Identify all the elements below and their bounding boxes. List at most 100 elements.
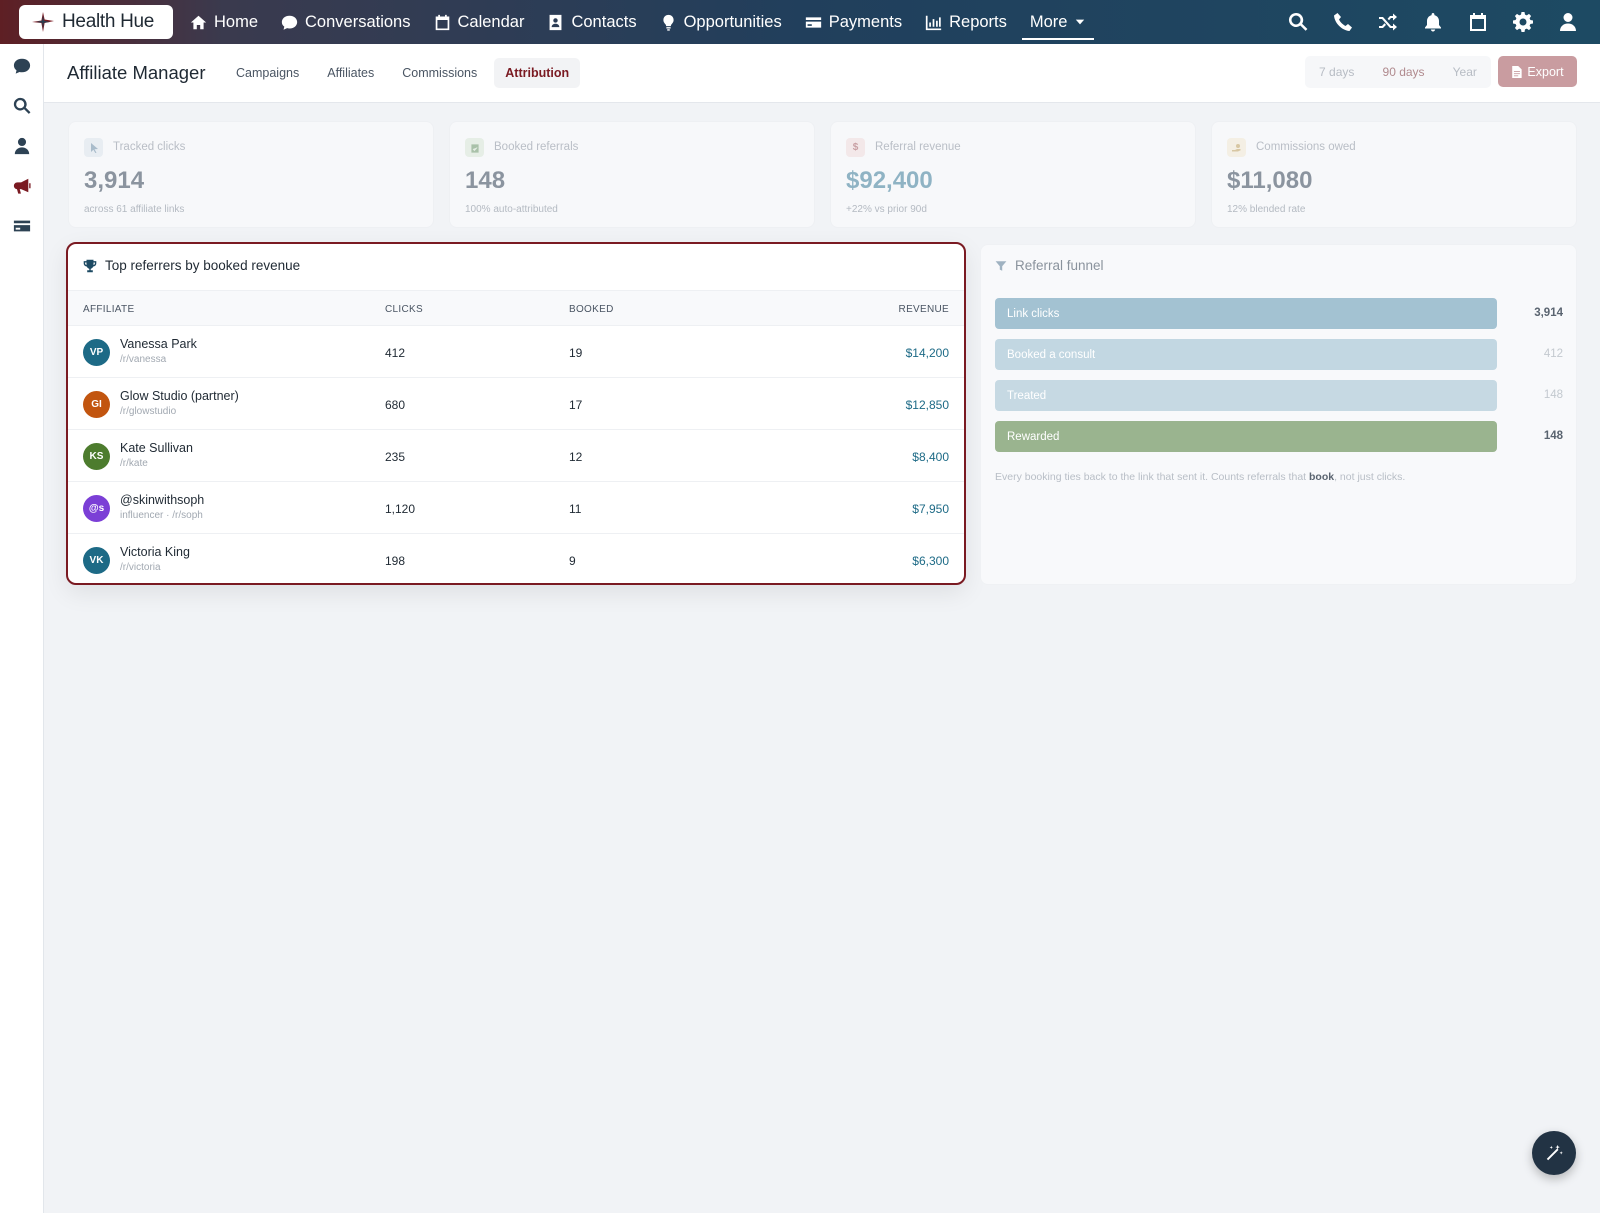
page-header: Affiliate Manager Campaigns Affiliates C… (44, 44, 1600, 103)
affiliate-name[interactable]: @skinwithsoph (120, 493, 204, 507)
tab-commissions[interactable]: Commissions (391, 58, 488, 88)
metric-value: $92,400 (846, 167, 933, 194)
panel-title: Top referrers by booked revenue (83, 258, 300, 273)
notifications-button[interactable] (1423, 12, 1443, 32)
calendar-icon (435, 14, 449, 30)
booked-cell: 11 (569, 502, 582, 516)
clicks-cell: 1,120 (385, 502, 416, 516)
rail-conversations[interactable] (13, 57, 31, 75)
metric-card-tracked-clicks: Tracked clicks 3,914 across 61 affiliate… (68, 121, 434, 228)
trophy-icon (83, 259, 97, 272)
gear-icon (1513, 12, 1533, 32)
column-revenue[interactable]: REVENUE (899, 304, 949, 315)
metric-value: 3,914 (84, 167, 145, 194)
brand-name: Health Hue (62, 11, 155, 32)
settings-button[interactable] (1513, 12, 1533, 32)
nav-payments[interactable]: Payments (805, 0, 902, 44)
calendar-icon (1470, 13, 1486, 31)
rail-marketing[interactable] (13, 177, 31, 195)
revenue-cell: $8,400 (912, 450, 949, 464)
table-row[interactable]: GI Glow Studio (partner) /r/glowstudio 680 1… (68, 378, 964, 430)
clicks-cell: 235 (385, 450, 406, 464)
clicks-cell: 680 (385, 398, 406, 412)
tab-campaigns[interactable]: Campaigns (225, 58, 310, 88)
nav-home-label: Home (214, 12, 259, 31)
funnel-title: Referral funnel (995, 258, 1104, 273)
calendar-button[interactable] (1468, 12, 1488, 32)
table-row[interactable]: VK Victoria King/r/victoria 198 9 $6,300 (68, 534, 964, 583)
nav-opportunities-label: Opportunities (683, 12, 782, 31)
booked-cell: 9 (569, 554, 576, 568)
nav-more[interactable]: More (1021, 0, 1095, 44)
funnel-value: 412 (1543, 348, 1563, 360)
metric-card-referral-revenue: $ Referral revenue $92,400 +22% vs prior… (830, 121, 1196, 228)
export-label: Export (1527, 64, 1564, 79)
metric-label: Tracked clicks (113, 141, 186, 153)
nav-contacts[interactable]: Contacts (547, 0, 637, 44)
clicks-cell: 412 (385, 346, 406, 360)
rail-contacts[interactable] (13, 137, 31, 155)
affiliate-name[interactable]: Victoria King (120, 545, 190, 559)
caret-down-icon (1076, 19, 1085, 25)
funnel-note-prefix: Every booking ties back to the link that… (995, 471, 1309, 483)
funnel-value: 148 (1543, 389, 1563, 401)
health-hue-logo-icon (32, 12, 54, 32)
magic-wand-button[interactable] (1532, 1131, 1576, 1175)
funnel-bar: Link clicks (995, 298, 1497, 329)
range-90-days[interactable]: 90 days (1383, 65, 1425, 79)
table-row[interactable]: VP Vanessa Park/r/vanessa 412 19 $14,200 (68, 326, 964, 378)
referral-funnel-panel: Referral funnel Link clicks 3,914 Booked a… (980, 244, 1577, 585)
metric-label: Booked referrals (494, 141, 579, 153)
nav-contacts-label: Contacts (571, 12, 637, 31)
date-range-selector: 7 days 90 days Year (1305, 56, 1491, 88)
dollar-icon: $ (846, 138, 865, 157)
tab-affiliates[interactable]: Affiliates (316, 58, 385, 88)
search-button[interactable] (1288, 12, 1308, 32)
bar-chart-icon (925, 15, 942, 30)
tab-attribution[interactable]: Attribution (494, 58, 581, 88)
page-title: Affiliate Manager (67, 62, 206, 83)
metric-label: Commissions owed (1256, 141, 1356, 153)
column-clicks[interactable]: CLICKS (385, 304, 423, 315)
nav-payments-label: Payments (828, 12, 903, 31)
brand-logo[interactable]: Health Hue (19, 5, 173, 39)
nav-reports[interactable]: Reports (925, 0, 1007, 44)
table-header: AFFILIATE CLICKS BOOKED REVENUE (68, 290, 964, 326)
nav-calendar[interactable]: Calendar (434, 0, 524, 44)
home-icon (190, 15, 207, 29)
table-row[interactable]: KS Kate Sullivan/r/kate 235 12 $8,400 (68, 430, 964, 482)
column-affiliate[interactable]: AFFILIATE (83, 304, 134, 315)
range-7-days[interactable]: 7 days (1319, 65, 1354, 79)
metric-subtext: across 61 affiliate links (84, 204, 185, 215)
column-booked[interactable]: BOOKED (569, 304, 614, 315)
metric-value: $11,080 (1227, 167, 1313, 194)
hand-coin-icon (1227, 138, 1246, 157)
shuffle-button[interactable] (1378, 12, 1398, 32)
affiliate-name[interactable]: Vanessa Park (120, 337, 197, 351)
calendar-check-icon (465, 138, 484, 157)
nav-opportunities[interactable]: Opportunities (660, 0, 782, 44)
funnel-bar: Booked a consult (995, 339, 1497, 370)
profile-button[interactable] (1558, 12, 1578, 32)
affiliate-name[interactable]: Kate Sullivan (120, 441, 193, 455)
nav-conversations-label: Conversations (305, 12, 411, 31)
rail-search[interactable] (13, 97, 31, 115)
revenue-cell: $12,850 (905, 398, 949, 412)
phone-icon (1334, 13, 1352, 31)
affiliate-name[interactable]: Glow Studio (partner) (120, 389, 239, 403)
export-button[interactable]: Export (1498, 56, 1577, 87)
table-row[interactable]: @s @skinwithsoph influencer · /r/soph 1,120… (68, 482, 964, 534)
revenue-cell: $6,300 (912, 554, 949, 568)
avatar: VK (83, 547, 110, 574)
avatar: @s (83, 495, 110, 522)
chat-icon (13, 58, 31, 74)
nav-home[interactable]: Home (190, 0, 258, 44)
search-icon (13, 97, 31, 114)
phone-button[interactable] (1333, 12, 1353, 32)
booked-cell: 17 (569, 398, 583, 412)
revenue-cell: $14,200 (905, 346, 949, 360)
credit-card-icon (13, 220, 31, 232)
nav-conversations[interactable]: Conversations (281, 0, 411, 44)
rail-payments[interactable] (13, 217, 31, 235)
range-year[interactable]: Year (1453, 65, 1477, 79)
